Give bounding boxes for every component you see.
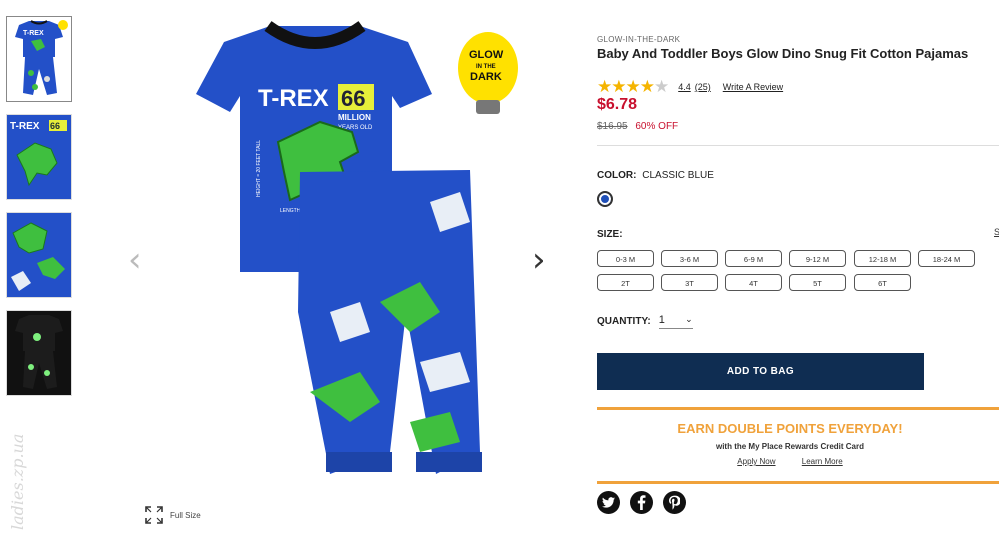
price-info: $16.95 60% OFF: [597, 121, 678, 132]
size-option-6-9m[interactable]: 6-9 M: [725, 250, 782, 267]
glow-badge-line-1: GLOW: [469, 49, 504, 61]
review-count-link[interactable]: (25): [695, 82, 711, 92]
product-rating: ★★★★★ 4.4 (25) Write A Review: [597, 77, 783, 97]
thumbnail-1[interactable]: T-REX: [6, 16, 72, 102]
main-product-image: T-REX 66 MILLION YEARS OLD HEIGHT = 20 F…: [180, 12, 520, 492]
write-review-link[interactable]: Write A Review: [723, 82, 783, 92]
product-category: GLOW-IN-THE-DARK: [597, 35, 681, 44]
size-option-4t[interactable]: 4T: [725, 274, 782, 291]
promo-links: Apply Now Learn More: [581, 457, 999, 466]
quantity-row: QUANTITY: 1 ⌄: [597, 314, 693, 329]
glow-badge-line-2: IN THE: [476, 64, 496, 70]
quantity-label: QUANTITY:: [597, 316, 651, 327]
discount-badge: 60% OFF: [635, 121, 679, 132]
full-size-button[interactable]: Full Size: [144, 505, 201, 525]
size-label: SIZE:: [597, 229, 623, 240]
color-label: COLOR: CLASSIC BLUE: [597, 170, 714, 181]
size-chart-link[interactable]: S: [994, 227, 999, 237]
color-value: CLASSIC BLUE: [642, 170, 714, 181]
size-option-5t[interactable]: 5T: [789, 274, 846, 291]
star-rating-icon: ★★★★★: [597, 77, 669, 96]
original-price: $16.95: [597, 121, 628, 132]
size-option-9-12m[interactable]: 9-12 M: [789, 250, 846, 267]
shirt-height-text: HEIGHT = 20 FEET TALL: [256, 140, 262, 197]
twitter-icon[interactable]: [597, 491, 620, 514]
thumbnail-4[interactable]: [6, 310, 72, 396]
learn-more-link[interactable]: Learn More: [802, 457, 843, 466]
shirt-trex-text: T-REX: [258, 85, 329, 112]
product-title: Baby And Toddler Boys Glow Dino Snug Fit…: [597, 46, 969, 61]
color-label-title: COLOR:: [597, 170, 637, 181]
shirt-number-text: 66: [341, 86, 365, 111]
promo-subtext: with the My Place Rewards Credit Card: [715, 442, 865, 451]
pinterest-icon[interactable]: [663, 491, 686, 514]
previous-image-arrow-icon[interactable]: ‹: [128, 240, 142, 280]
size-option-12-18m[interactable]: 12-18 M: [854, 250, 911, 267]
promo-headline: EARN DOUBLE POINTS EVERYDAY!: [677, 421, 903, 436]
watermark-text: ladies.zp.ua: [8, 433, 27, 530]
svg-text:T-REX: T-REX: [23, 30, 44, 37]
size-option-6t[interactable]: 6T: [854, 274, 911, 291]
size-option-3-6m[interactable]: 3-6 M: [661, 250, 718, 267]
thumbnail-2[interactable]: T-REX 66: [6, 114, 72, 200]
social-share: [597, 491, 686, 514]
svg-text:66: 66: [50, 121, 60, 131]
quantity-select[interactable]: 1 ⌄: [658, 314, 693, 329]
shirt-million-text: MILLION: [338, 113, 371, 122]
facebook-icon[interactable]: [630, 491, 653, 514]
thumbnail-3[interactable]: [6, 212, 72, 298]
divider: [597, 145, 999, 146]
apply-now-link[interactable]: Apply Now: [737, 457, 775, 466]
sale-price: $6.78: [597, 96, 638, 113]
color-swatch-classic-blue[interactable]: [597, 191, 613, 207]
size-option-18-24m[interactable]: 18-24 M: [918, 250, 975, 267]
full-size-label: Full Size: [170, 510, 201, 520]
add-to-bag-button[interactable]: ADD TO BAG: [597, 353, 924, 390]
rating-value-link[interactable]: 4.4: [678, 82, 691, 92]
glow-in-the-dark-badge: GLOW IN THE DARK: [458, 32, 518, 114]
size-option-2t[interactable]: 2T: [597, 274, 654, 291]
size-option-0-3m[interactable]: 0-3 M: [597, 250, 654, 267]
quantity-value: 1: [658, 314, 665, 326]
thumbnail-list: T-REX T-REX 66: [6, 16, 74, 408]
next-image-arrow-icon[interactable]: ›: [532, 240, 546, 280]
svg-text:T-REX: T-REX: [10, 121, 40, 132]
rewards-promo: EARN DOUBLE POINTS EVERYDAY! with the My…: [597, 407, 999, 484]
size-option-3t[interactable]: 3T: [661, 274, 718, 291]
chevron-down-icon: ⌄: [685, 314, 693, 324]
glow-badge-line-3: DARK: [470, 71, 502, 83]
expand-icon: [145, 506, 163, 524]
